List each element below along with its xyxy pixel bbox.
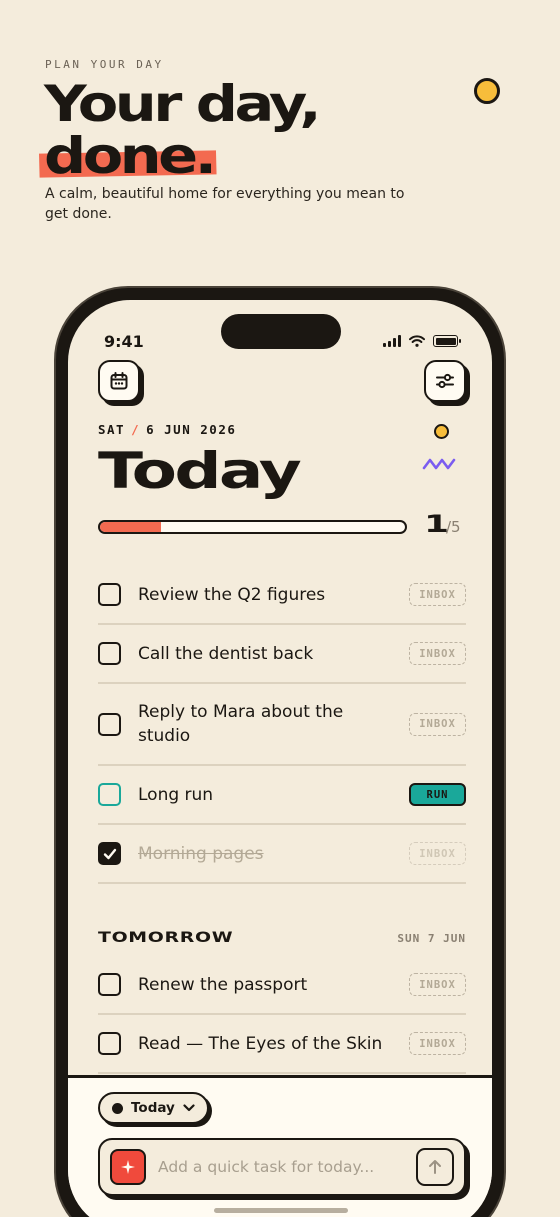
task-tag[interactable]: INBOX xyxy=(409,712,466,736)
ai-sparkle-button[interactable] xyxy=(110,1149,146,1185)
task-row-completed[interactable]: Morning pages INBOX xyxy=(98,825,466,884)
task-row[interactable]: Reply to Mara about the studio INBOX xyxy=(98,684,466,766)
page-title: Today xyxy=(98,442,302,500)
task-label: Reply to Mara about the studio xyxy=(138,702,344,746)
section-date: SUN 7 JUN xyxy=(397,931,466,945)
promo-subtitle: A calm, beautiful home for everything yo… xyxy=(45,186,405,222)
task-label: Morning pages xyxy=(138,843,264,864)
submit-task-button[interactable] xyxy=(416,1148,454,1186)
task-tag[interactable]: INBOX xyxy=(409,642,466,665)
task-row[interactable]: Review the Q2 figures INBOX xyxy=(98,566,466,625)
phone-screen: 9:41 SAT / 6 JUN 2026 Today 1 /5 Review … xyxy=(68,300,492,1217)
task-checkbox[interactable] xyxy=(98,583,121,606)
scope-dot xyxy=(112,1102,123,1114)
calendar-button[interactable] xyxy=(98,360,140,402)
home-indicator xyxy=(214,1208,348,1213)
chevron-down-icon xyxy=(183,1104,195,1112)
calendar-icon xyxy=(110,372,128,390)
phone-frame: 9:41 SAT / 6 JUN 2026 Today 1 /5 Review … xyxy=(54,286,506,1217)
scope-selector[interactable]: Today xyxy=(98,1092,209,1124)
status-time: 9:41 xyxy=(104,332,144,351)
task-label: Read — The Eyes of the Skin xyxy=(138,1033,383,1054)
task-checkbox[interactable] xyxy=(98,642,121,665)
signal-icon xyxy=(383,335,401,347)
squiggle-icon xyxy=(422,458,456,470)
task-row[interactable]: Read — The Eyes of the Skin INBOX xyxy=(98,1015,466,1074)
task-row[interactable]: Long run RUN xyxy=(98,766,466,825)
task-checkbox[interactable] xyxy=(98,1032,121,1055)
task-tag-run[interactable]: RUN xyxy=(409,783,466,806)
task-label: Call the dentist back xyxy=(138,643,314,664)
progress-bar xyxy=(98,520,407,534)
promo-eyebrow: PLAN YOUR DAY xyxy=(45,58,164,71)
sliders-icon xyxy=(436,373,454,389)
battery-icon xyxy=(433,335,461,347)
quick-task-input[interactable] xyxy=(158,1158,416,1176)
wifi-icon xyxy=(409,335,425,347)
task-checkbox[interactable] xyxy=(98,973,121,996)
task-tag[interactable]: INBOX xyxy=(409,842,466,865)
decorative-dot xyxy=(474,78,500,104)
task-checkbox[interactable] xyxy=(98,712,121,736)
checkmark-icon xyxy=(103,848,116,859)
promo-title-line1: Your day, xyxy=(44,75,322,133)
task-checkbox-checked[interactable] xyxy=(98,842,121,865)
quick-add-composer xyxy=(98,1138,466,1196)
arrow-up-icon xyxy=(429,1160,441,1174)
promo-title: Your day, done. xyxy=(44,78,433,182)
task-label: Review the Q2 figures xyxy=(138,584,326,605)
weekday: SAT xyxy=(98,422,126,437)
today-task-list: Review the Q2 figures INBOX Call the den… xyxy=(98,566,466,884)
status-icons xyxy=(383,335,461,347)
decorative-dot-small xyxy=(434,424,449,439)
tomorrow-header: TOMORROW SUN 7 JUN xyxy=(98,930,466,946)
task-row[interactable]: Call the dentist back INBOX xyxy=(98,625,466,684)
dynamic-island xyxy=(221,314,341,349)
task-tag[interactable]: INBOX xyxy=(409,973,466,996)
date-row: SAT / 6 JUN 2026 xyxy=(98,422,236,437)
completed-count: 1 xyxy=(424,510,450,538)
task-checkbox[interactable] xyxy=(98,783,121,806)
bottom-composer-bar: Today xyxy=(68,1075,492,1217)
progress-count: 1 /5 xyxy=(424,510,461,538)
task-label: Renew the passport xyxy=(138,974,308,995)
promo-title-line2: done. xyxy=(44,127,217,185)
sparkle-icon xyxy=(121,1160,135,1174)
task-row[interactable]: Renew the passport INBOX xyxy=(98,956,466,1015)
task-tag[interactable]: INBOX xyxy=(409,583,466,606)
task-tag[interactable]: INBOX xyxy=(409,1032,466,1055)
tomorrow-task-list: Renew the passport INBOX Read — The Eyes… xyxy=(98,956,466,1074)
progress-fill xyxy=(100,522,161,532)
date-separator: / xyxy=(131,422,141,437)
section-title: TOMORROW xyxy=(98,930,234,946)
filter-settings-button[interactable] xyxy=(424,360,466,402)
full-date: 6 JUN 2026 xyxy=(146,422,237,437)
scope-label: Today xyxy=(131,1100,175,1116)
task-label: Long run xyxy=(138,784,214,805)
